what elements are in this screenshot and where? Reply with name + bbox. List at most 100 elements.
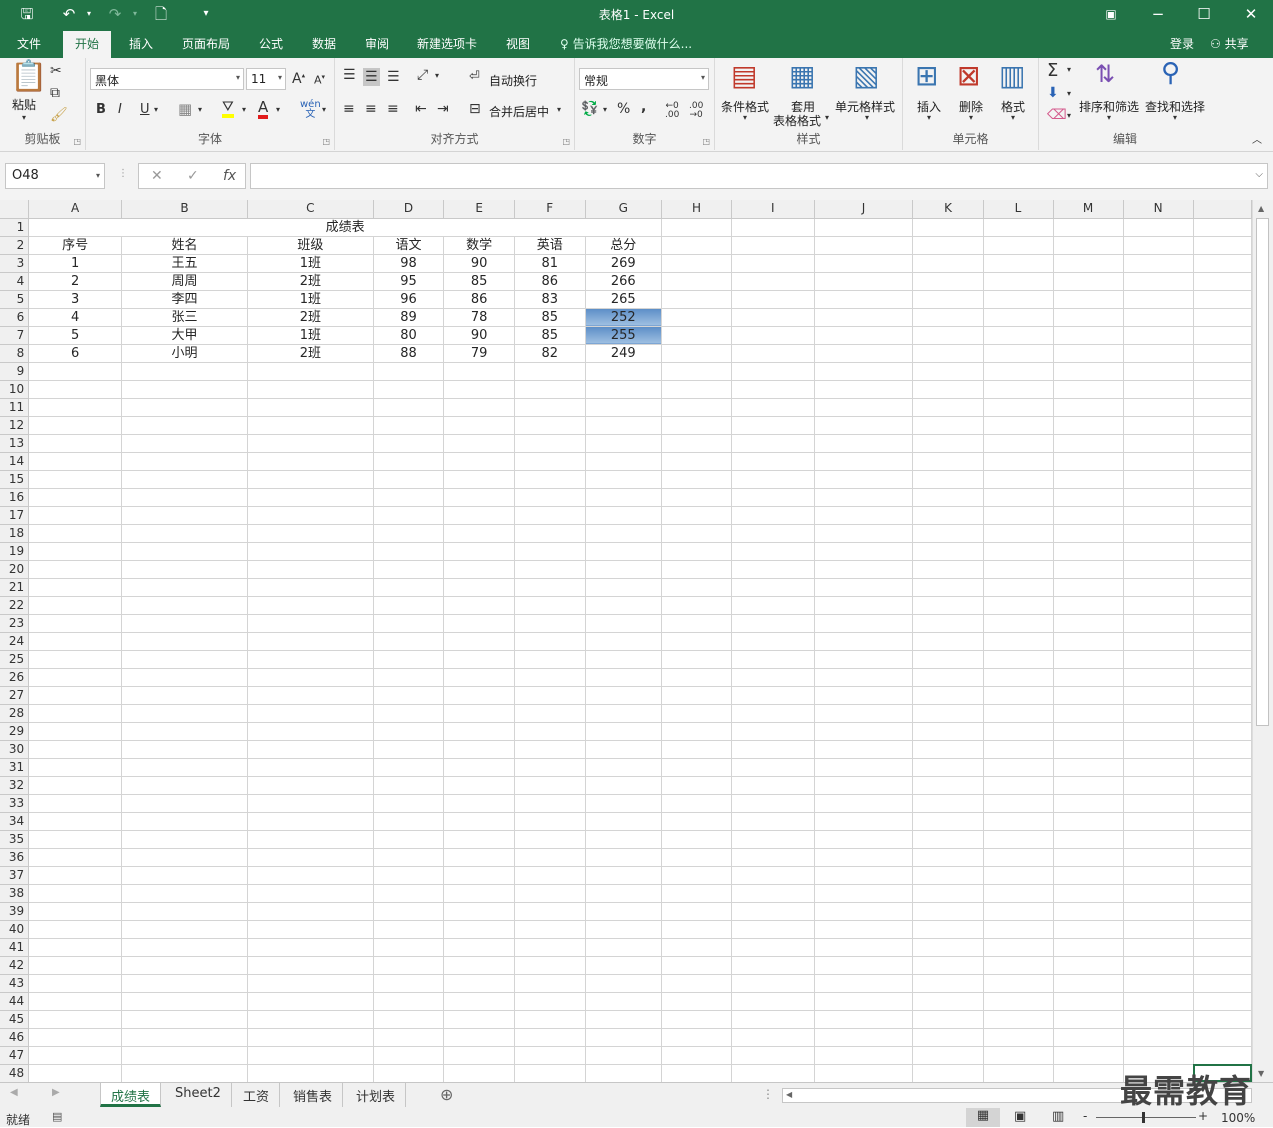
cell[interactable] [661,218,733,237]
font-color-dropdown-icon[interactable]: ▾ [276,106,280,114]
cell[interactable] [121,884,248,903]
cell[interactable] [661,974,733,993]
login-link[interactable]: 登录 [1170,35,1194,52]
collapse-ribbon-icon[interactable]: ︿ [1252,136,1262,146]
copy-icon[interactable]: ⧉ [50,86,60,100]
cell[interactable] [514,362,586,381]
cell[interactable] [1123,542,1194,561]
cell[interactable] [1193,254,1252,273]
cell[interactable] [814,470,914,489]
cell[interactable] [1053,1064,1124,1082]
cell[interactable] [373,362,445,381]
cell[interactable] [1123,470,1194,489]
paste-icon[interactable]: 📋 [10,62,47,92]
cell[interactable] [121,812,248,831]
cell[interactable] [912,632,984,651]
data-cell[interactable]: 81 [514,254,586,273]
cell[interactable] [514,1064,586,1082]
cell[interactable] [661,1064,733,1082]
cell[interactable] [983,506,1054,525]
cell[interactable] [661,578,733,597]
cell[interactable] [1193,704,1252,723]
cell[interactable] [1053,308,1124,327]
cell[interactable] [1193,362,1252,381]
cell[interactable] [1053,452,1124,471]
cell[interactable] [28,470,123,489]
autosum-icon[interactable]: Σ [1047,62,1058,80]
cell[interactable] [28,524,123,543]
format-as-table-icon[interactable]: ▦ [789,62,815,90]
cell[interactable] [28,758,123,777]
row-header[interactable]: 28 [0,704,30,723]
cell[interactable] [28,812,123,831]
cell[interactable] [121,614,248,633]
sheet-title-cell[interactable]: 成绩表 [28,218,662,237]
cell[interactable] [814,542,914,561]
cell[interactable] [443,650,515,669]
row-header[interactable]: 5 [0,290,30,309]
cell[interactable] [814,218,914,237]
column-header[interactable]: I [731,200,815,219]
cell[interactable] [1123,524,1194,543]
cell[interactable] [661,614,733,633]
header-cell[interactable]: 姓名 [121,236,248,255]
cell[interactable] [373,722,445,741]
cell[interactable] [28,488,123,507]
format-painter-icon[interactable]: 🖌 [50,108,68,122]
cell[interactable] [121,776,248,795]
row-header[interactable]: 45 [0,1010,30,1029]
cell[interactable] [247,470,374,489]
data-cell[interactable]: 269 [585,254,662,273]
cell[interactable] [814,758,914,777]
cell[interactable] [585,398,662,417]
cell[interactable] [1193,1028,1252,1047]
cell[interactable] [1053,920,1124,939]
cell[interactable] [814,1046,914,1065]
cell[interactable] [912,1046,984,1065]
cell[interactable] [1053,668,1124,687]
cell[interactable] [514,560,586,579]
cell[interactable] [661,938,733,957]
cell[interactable] [814,866,914,885]
row-header[interactable]: 26 [0,668,30,687]
cell[interactable] [1123,722,1194,741]
tab-home[interactable]: 开始 [63,31,112,58]
cell[interactable] [661,398,733,417]
cell[interactable] [731,416,815,435]
cell[interactable] [1123,416,1194,435]
cell[interactable] [912,218,984,237]
cell[interactable] [1123,920,1194,939]
cell[interactable] [912,254,984,273]
cell[interactable] [443,686,515,705]
cell[interactable] [373,974,445,993]
cell[interactable] [983,722,1054,741]
cell[interactable] [731,830,815,849]
row-header[interactable]: 11 [0,398,30,417]
cell[interactable] [912,920,984,939]
cell[interactable] [731,902,815,921]
tab-split-grip-icon[interactable]: ⋮ [762,1087,774,1101]
cell[interactable] [661,272,733,291]
cell[interactable] [1193,902,1252,921]
cell[interactable] [912,866,984,885]
cell[interactable] [373,1028,445,1047]
cell[interactable] [731,668,815,687]
cell[interactable] [983,614,1054,633]
cell[interactable] [912,740,984,759]
data-cell[interactable]: 78 [443,308,515,327]
align-left-icon[interactable]: ≡ [343,102,355,116]
cell[interactable] [1123,290,1194,309]
cell[interactable] [514,740,586,759]
data-cell[interactable]: 3 [28,290,123,309]
cell[interactable] [1193,920,1252,939]
cell[interactable] [1123,704,1194,723]
cell[interactable] [1193,560,1252,579]
cell[interactable] [1193,848,1252,867]
data-cell[interactable]: 88 [373,344,445,363]
cell[interactable] [443,722,515,741]
clipboard-launcher-icon[interactable]: ◳ [73,137,81,146]
cell[interactable] [1123,254,1194,273]
cell[interactable] [373,956,445,975]
cell[interactable] [731,758,815,777]
cell[interactable] [443,1010,515,1029]
